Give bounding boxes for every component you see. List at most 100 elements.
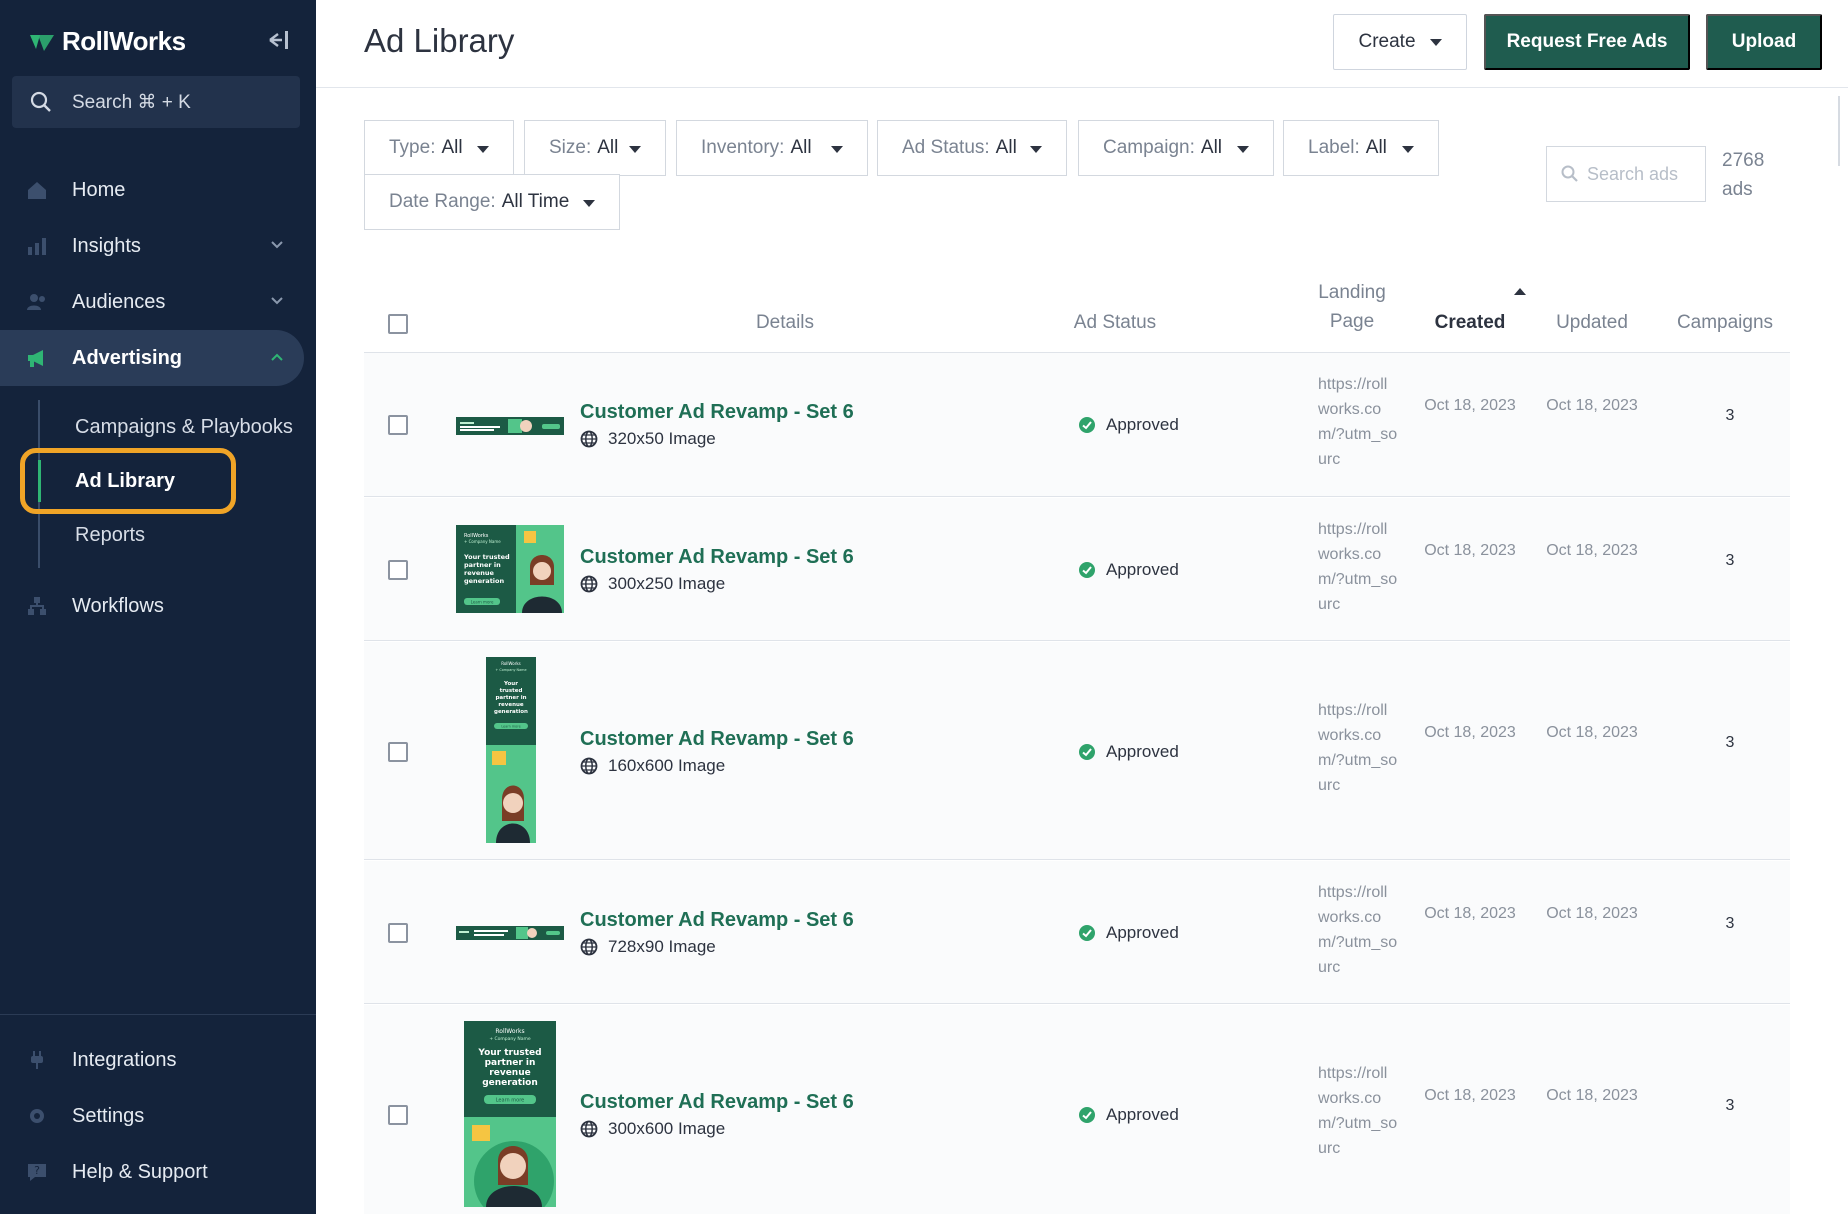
filter-ad-status[interactable]: Ad Status: All [877, 120, 1067, 176]
check-circle-icon [1079, 925, 1095, 941]
nav-help-label: Help & Support [72, 1160, 208, 1183]
filter-inventory-label: Inventory: [701, 137, 785, 158]
ad-name-link[interactable]: Customer Ad Revamp - Set 6 [580, 1091, 854, 1114]
sidebar: RollWorks Search ⌘ + K Home Insights Aud… [0, 0, 316, 1214]
filter-label[interactable]: Label: All [1283, 120, 1439, 176]
home-icon [28, 182, 46, 199]
ad-preview-image [456, 417, 564, 435]
campaign-count[interactable]: 3 [1710, 552, 1750, 570]
nav-home[interactable]: Home [0, 162, 304, 218]
collapse-sidebar-icon[interactable] [266, 28, 292, 52]
nav-help-support[interactable]: ? Help & Support [0, 1144, 304, 1200]
updated-date: Oct 18, 2023 [1546, 905, 1638, 922]
campaign-count[interactable]: 3 [1710, 734, 1750, 752]
brand-logo[interactable]: RollWorks [28, 26, 186, 57]
nav-integrations-label: Integrations [72, 1048, 177, 1071]
row-checkbox[interactable] [388, 742, 408, 762]
column-landing-page[interactable]: Landing Page [1304, 278, 1400, 336]
svg-text:revenue: revenue [464, 569, 495, 577]
filter-ad-status-label: Ad Status: [902, 137, 990, 158]
globe-icon [580, 575, 598, 593]
column-updated[interactable]: Updated [1540, 308, 1644, 337]
ad-search-input[interactable] [1587, 163, 1687, 185]
svg-text:revenue: revenue [489, 1068, 530, 1078]
brand-name: RollWorks [62, 26, 186, 56]
filter-size-value: All [597, 137, 619, 158]
column-created[interactable]: Created [1420, 308, 1520, 337]
ad-status: Approved [1078, 415, 1179, 435]
column-campaigns[interactable]: Campaigns [1670, 308, 1780, 337]
filter-date-range-label: Date Range: [389, 191, 496, 212]
row-checkbox[interactable] [388, 1105, 408, 1125]
ad-size-type: 160x600 Image [608, 756, 726, 775]
svg-text:RollWorks: RollWorks [501, 661, 520, 666]
global-search[interactable]: Search ⌘ + K [12, 76, 300, 128]
ad-preview-cta: Learn more [471, 600, 494, 605]
nav-advertising[interactable]: Advertising [0, 330, 304, 386]
campaign-count[interactable]: 3 [1710, 915, 1750, 933]
row-checkbox[interactable] [388, 415, 408, 435]
row-checkbox[interactable] [388, 923, 408, 943]
ad-thumbnail-728x90[interactable] [456, 926, 564, 940]
filter-date-range[interactable]: Date Range: All Time [364, 174, 620, 230]
ad-thumbnail-160x600[interactable]: RollWorks + Company Name Your trusted partne… [486, 657, 536, 843]
table-row[interactable]: RollWorks + Company Name Your trusted partne… [364, 642, 1790, 860]
check-circle-icon [1079, 1107, 1095, 1123]
ad-thumbnail-320x50[interactable] [456, 417, 564, 435]
landing-page-url[interactable]: https://rollworks.com/?utm_sourc [1318, 517, 1398, 617]
nav-settings[interactable]: Settings [0, 1088, 304, 1144]
ad-preview-company: + Company Name [464, 539, 501, 544]
table-row[interactable]: RollWorks + Company Name Your trusted partn… [364, 1005, 1790, 1214]
landing-page-url[interactable]: https://rollworks.com/?utm_sourc [1318, 880, 1398, 980]
scrollbar[interactable] [1838, 96, 1848, 166]
nav-workflows-label: Workflows [72, 594, 164, 617]
nav-workflows[interactable]: Workflows [0, 578, 304, 634]
nav-integrations[interactable]: Integrations [0, 1032, 304, 1088]
column-details[interactable]: Details [640, 308, 930, 337]
ad-name-link[interactable]: Customer Ad Revamp - Set 6 [580, 728, 854, 751]
ad-status: Approved [1078, 923, 1179, 943]
request-free-ads-button[interactable]: Request Free Ads [1484, 14, 1690, 70]
campaign-count[interactable]: 3 [1710, 407, 1750, 425]
row-checkbox[interactable] [388, 560, 408, 580]
ad-status: Approved [1078, 742, 1179, 762]
check-circle-icon [1079, 562, 1095, 578]
select-all-checkbox[interactable] [388, 314, 408, 334]
landing-page-url[interactable]: https://rollworks.com/?utm_sourc [1318, 372, 1398, 472]
nav-insights-label: Insights [72, 234, 141, 257]
nav-advertising-label: Advertising [72, 346, 183, 369]
ad-name-link[interactable]: Customer Ad Revamp - Set 6 [580, 909, 854, 932]
app-window: RollWorks Search ⌘ + K Home Insights Aud… [0, 0, 1848, 1214]
ad-search[interactable] [1546, 146, 1706, 202]
subnav-campaigns-playbooks[interactable]: Campaigns & Playbooks [75, 416, 293, 439]
chevron-up-icon [271, 353, 283, 361]
ad-thumbnail-300x600[interactable]: RollWorks + Company Name Your trusted partn… [464, 1021, 556, 1207]
filter-size[interactable]: Size: All [524, 120, 666, 176]
campaign-count[interactable]: 3 [1710, 1097, 1750, 1115]
landing-page-url[interactable]: https://rollworks.com/?utm_sourc [1318, 698, 1398, 798]
nav-insights[interactable]: Insights [0, 218, 304, 274]
table-row[interactable]: RollWorks + Company Name Your trusted partn… [364, 498, 1790, 641]
svg-text:Your trusted: Your trusted [477, 1048, 541, 1058]
filter-inventory-value: All [790, 137, 812, 158]
nav-audiences[interactable]: Audiences [0, 274, 304, 330]
filter-inventory[interactable]: Inventory: All [676, 120, 868, 176]
updated-date: Oct 18, 2023 [1546, 542, 1638, 559]
subnav-reports[interactable]: Reports [75, 524, 145, 547]
gear-icon [30, 1109, 44, 1123]
column-ad-status[interactable]: Ad Status [1060, 308, 1170, 337]
table-row[interactable]: Customer Ad Revamp - Set 6 320x50 Image … [364, 353, 1790, 497]
ad-size-type: 728x90 Image [608, 937, 716, 956]
ad-name-link[interactable]: Customer Ad Revamp - Set 6 [580, 401, 854, 424]
create-dropdown-button[interactable]: Create [1333, 14, 1467, 70]
ad-name-link[interactable]: Customer Ad Revamp - Set 6 [580, 546, 854, 569]
ad-thumbnail-300x250[interactable]: RollWorks + Company Name Your trusted partn… [456, 525, 564, 613]
table-row[interactable]: Customer Ad Revamp - Set 6 728x90 Image … [364, 861, 1790, 1004]
upload-button[interactable]: Upload [1706, 14, 1822, 70]
landing-page-url[interactable]: https://rollworks.com/?utm_sourc [1318, 1061, 1398, 1161]
filter-type[interactable]: Type: All [364, 120, 514, 176]
filter-campaign-label: Campaign: [1103, 137, 1195, 158]
filter-date-range-value: All Time [501, 191, 570, 212]
filter-campaign[interactable]: Campaign: All [1078, 120, 1274, 176]
nav-home-label: Home [72, 178, 126, 201]
